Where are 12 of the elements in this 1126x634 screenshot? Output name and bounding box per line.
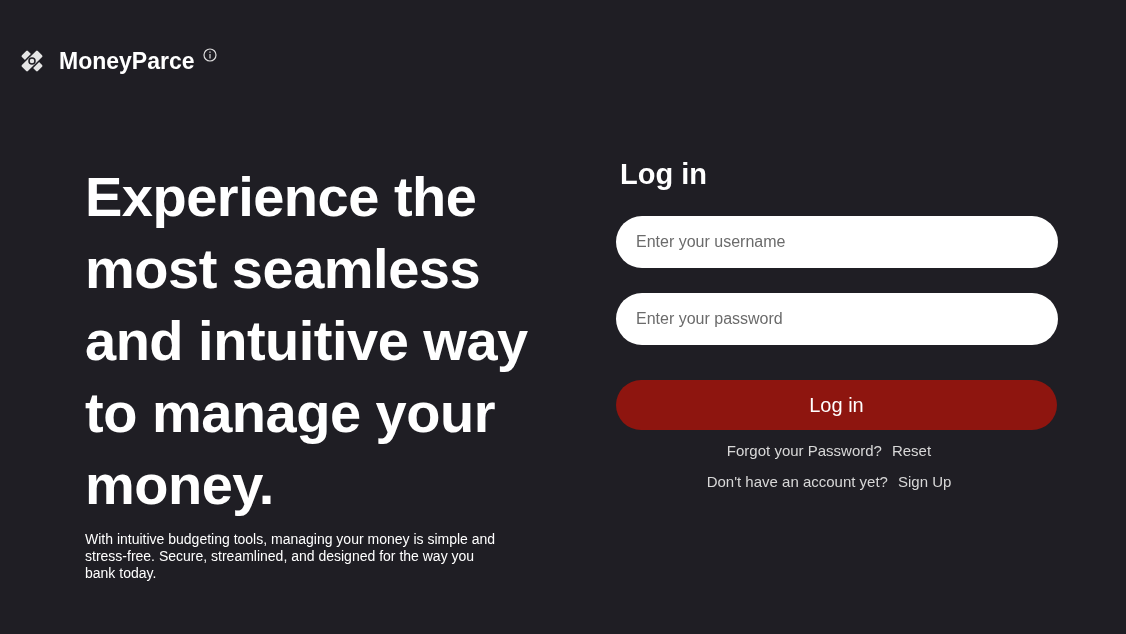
brand-name: MoneyParce xyxy=(59,47,195,76)
headline: Experience the most seamless and intuitive way to manage your money. xyxy=(85,163,529,518)
info-icon xyxy=(202,48,217,63)
description: With intuitive budgeting tools, managing your money is simple and stress-free. Secure, streamlined, and designed for the way you bank today. xyxy=(85,530,497,582)
login-button[interactable]: Log in xyxy=(616,380,1057,430)
password-field[interactable]: Enter your password xyxy=(616,293,1058,345)
link-prompt: Forgot your Password? xyxy=(726,441,882,461)
username-field[interactable]: Enter your username xyxy=(616,216,1058,268)
reset-link[interactable]: Reset xyxy=(891,440,932,463)
sign-up-link[interactable]: Sign Up xyxy=(897,470,952,493)
link-prompt: Don't have an account yet? xyxy=(706,471,888,492)
login-title: Log in xyxy=(619,156,708,192)
